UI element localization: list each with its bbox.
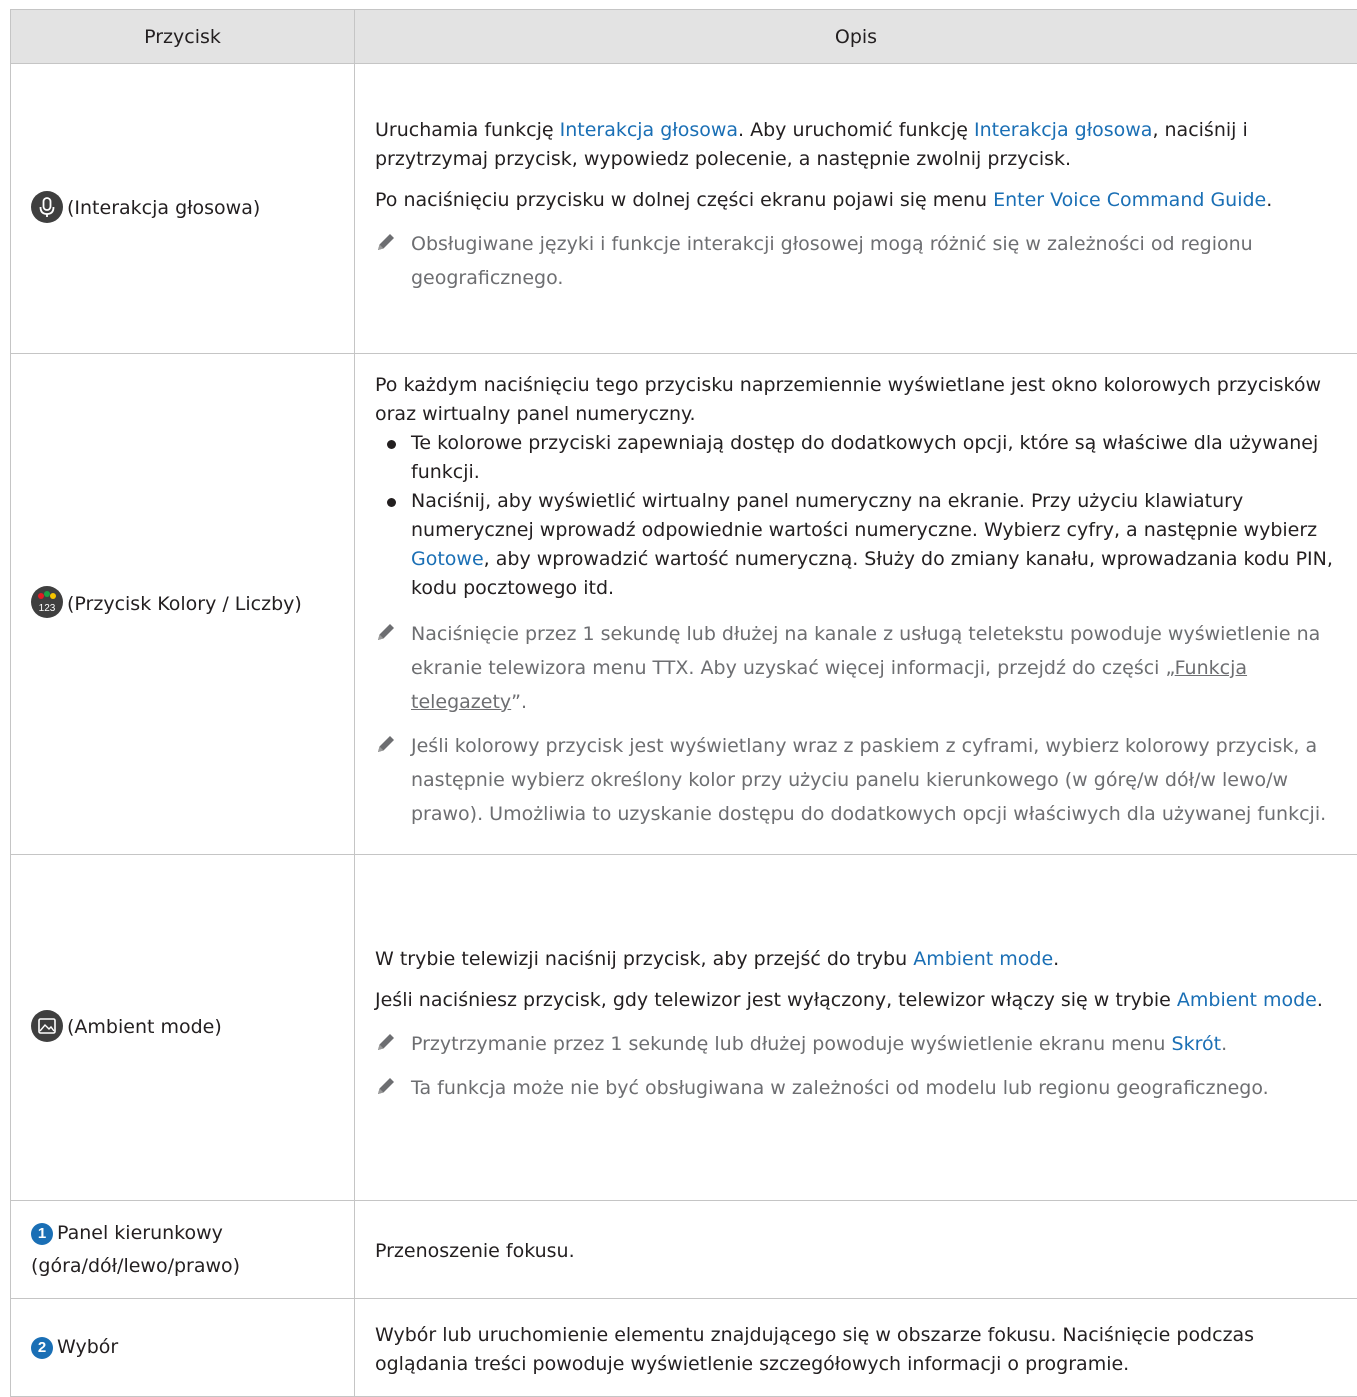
description-paragraph: Po naciśnięciu przycisku w dolnej części… [375, 186, 1347, 215]
list-item: Naciśnij, aby wyświetlić wirtualny panel… [375, 487, 1347, 603]
note: Jeśli kolorowy przycisk jest wyświetlany… [375, 729, 1347, 831]
button-description-table: Przycisk Opis (Interakcja głosowa) Uruch… [10, 9, 1357, 1397]
button-name: Panel kierunkowy (góra/dół/lewo/prawo) [31, 1222, 240, 1277]
description-paragraph: Jeśli naciśniesz przycisk, gdy telewizor… [375, 986, 1347, 1015]
ambient-mode-link[interactable]: Ambient mode [913, 948, 1053, 970]
bullet-list: Te kolorowe przyciski zapewniają dostęp … [375, 429, 1347, 603]
description-cell: Przenoszenie fokusu. [355, 1201, 1357, 1299]
button-cell: 1Panel kierunkowy (góra/dół/lewo/prawo) [11, 1201, 355, 1299]
microphone-icon [31, 191, 63, 223]
button-name: Wybór [57, 1336, 118, 1358]
header-button-column: Przycisk [11, 10, 355, 64]
description-cell: W trybie telewizji naciśnij przycisk, ab… [355, 855, 1357, 1201]
list-item: Te kolorowe przyciski zapewniają dostęp … [375, 429, 1347, 487]
button-name: (Ambient mode) [67, 1016, 222, 1038]
button-cell: (Interakcja głosowa) [11, 64, 355, 354]
pencil-icon [375, 620, 397, 642]
table-row: (Ambient mode) W trybie telewizji naciśn… [11, 855, 1357, 1201]
svg-text:123: 123 [39, 603, 56, 614]
description-paragraph: Uruchamia funkcję Interakcja głosowa. Ab… [375, 116, 1347, 174]
table-row: 123 (Przycisk Kolory / Liczby) Po każdym… [11, 354, 1357, 855]
number-1-icon: 1 [31, 1223, 53, 1245]
table-row: 1Panel kierunkowy (góra/dół/lewo/prawo) … [11, 1201, 1357, 1299]
description-cell: Uruchamia funkcję Interakcja głosowa. Ab… [355, 64, 1357, 354]
header-description-column: Opis [355, 10, 1357, 64]
description-paragraph: Przenoszenie fokusu. [375, 1240, 575, 1262]
description-cell: Po każdym naciśnięciu tego przycisku nap… [355, 354, 1357, 855]
button-name: (Przycisk Kolory / Liczby) [67, 593, 302, 615]
table-row: (Interakcja głosowa) Uruchamia funkcję I… [11, 64, 1357, 354]
voice-interaction-link[interactable]: Interakcja głosowa [974, 119, 1152, 141]
table-header-row: Przycisk Opis [11, 10, 1357, 64]
voice-command-guide-link[interactable]: Enter Voice Command Guide [993, 189, 1266, 211]
gotowe-link[interactable]: Gotowe [411, 548, 484, 570]
number-2-icon: 2 [31, 1337, 53, 1359]
note: Obsługiwane języki i funkcje interakcji … [375, 227, 1347, 295]
ambient-mode-icon [31, 1010, 63, 1042]
table-row: 2Wybór Wybór lub uruchomienie elementu z… [11, 1299, 1357, 1397]
pencil-icon [375, 230, 397, 252]
description-paragraph: Wybór lub uruchomienie elementu znajdują… [375, 1324, 1254, 1375]
button-cell: 2Wybór [11, 1299, 355, 1397]
pencil-icon [375, 1030, 397, 1052]
ambient-mode-link[interactable]: Ambient mode [1177, 989, 1317, 1011]
description-cell: Wybór lub uruchomienie elementu znajdują… [355, 1299, 1357, 1397]
color-number-icon: 123 [31, 586, 63, 618]
button-cell: (Ambient mode) [11, 855, 355, 1201]
description-paragraph: W trybie telewizji naciśnij przycisk, ab… [375, 945, 1347, 974]
shortcut-link[interactable]: Skrót [1172, 1033, 1222, 1055]
note: Przytrzymanie przez 1 sekundę lub dłużej… [375, 1027, 1347, 1061]
pencil-icon [375, 732, 397, 754]
button-cell: 123 (Przycisk Kolory / Liczby) [11, 354, 355, 855]
pencil-icon [375, 1074, 397, 1096]
note: Ta funkcja może nie być obsługiwana w za… [375, 1071, 1347, 1105]
button-name: (Interakcja głosowa) [67, 197, 260, 219]
note: Naciśnięcie przez 1 sekundę lub dłużej n… [375, 617, 1347, 719]
voice-interaction-link[interactable]: Interakcja głosowa [560, 119, 738, 141]
description-paragraph: Po każdym naciśnięciu tego przycisku nap… [375, 371, 1347, 429]
